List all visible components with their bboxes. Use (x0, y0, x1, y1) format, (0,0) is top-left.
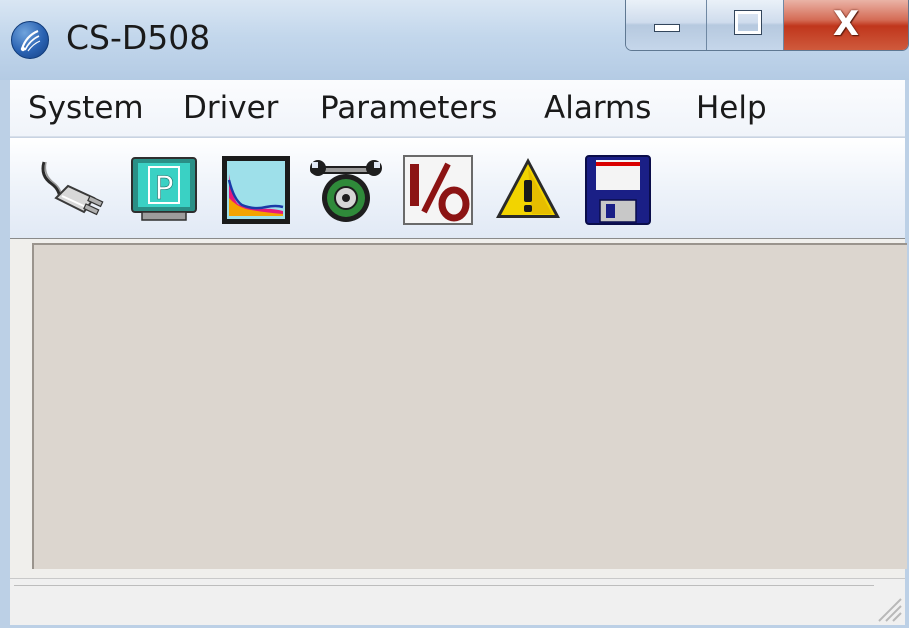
application-window: CS-D508 X System Driver Parameters Alarm… (0, 0, 909, 628)
close-icon: X (832, 4, 860, 44)
alarms-button[interactable] (492, 154, 564, 226)
app-logo-icon[interactable] (11, 21, 49, 59)
connect-button[interactable] (38, 154, 110, 226)
maximize-icon (734, 10, 762, 35)
wrench-disc-settings-icon (310, 160, 382, 222)
oscilloscope-chart-icon (222, 156, 290, 224)
warning-icon (496, 158, 560, 218)
status-panel (14, 585, 874, 618)
parameters-monitor-icon: P (131, 157, 197, 221)
oscilloscope-button[interactable] (220, 154, 292, 226)
parameters-monitor-button[interactable]: P (128, 154, 200, 226)
save-floppy-icon (585, 155, 651, 225)
resize-grip-icon[interactable] (873, 593, 903, 623)
menu-system[interactable]: System (28, 89, 144, 127)
maximize-button[interactable] (707, 0, 784, 50)
menu-help[interactable]: Help (696, 89, 767, 127)
client-area (10, 238, 907, 579)
menu-driver[interactable]: Driver (183, 89, 278, 127)
caption-buttons: X (625, 0, 909, 51)
close-button[interactable]: X (784, 0, 908, 50)
minimize-icon (654, 24, 680, 32)
io-button[interactable] (402, 154, 474, 226)
title-bar[interactable]: CS-D508 X (0, 0, 909, 80)
plug-connect-icon (41, 161, 104, 216)
svg-text:P: P (154, 169, 173, 207)
menu-parameters[interactable]: Parameters (320, 89, 497, 127)
minimize-button[interactable] (626, 0, 707, 50)
save-button[interactable] (582, 154, 654, 226)
workspace-panel (32, 243, 907, 569)
status-bar (10, 578, 905, 625)
window-title: CS-D508 (66, 18, 211, 57)
toolbar: P (10, 137, 905, 239)
settings-button[interactable] (310, 154, 382, 226)
io-icon (403, 155, 473, 225)
menu-alarms[interactable]: Alarms (544, 89, 651, 127)
menu-bar: System Driver Parameters Alarms Help (10, 80, 905, 137)
